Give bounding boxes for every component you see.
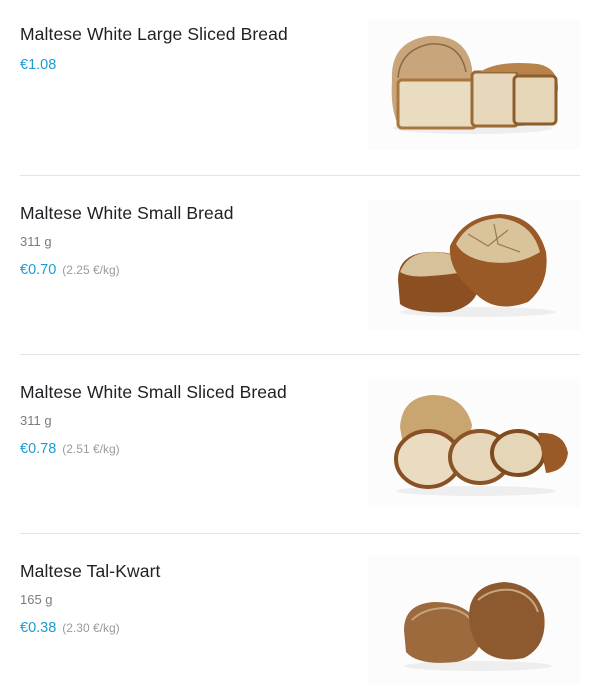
product-card[interactable]: Maltese White Small Sliced Bread 311 g €… bbox=[20, 355, 580, 533]
product-price: €0.78 (2.51 €/kg) bbox=[20, 441, 120, 457]
product-image[interactable] bbox=[368, 556, 580, 684]
unit-price: (2.51 €/kg) bbox=[62, 442, 120, 456]
price-value: €0.70 bbox=[20, 262, 57, 278]
unit-price: (2.25 €/kg) bbox=[62, 263, 120, 277]
product-name[interactable]: Maltese White Small Sliced Bread bbox=[20, 382, 287, 403]
round-rolls-image bbox=[404, 582, 552, 671]
product-price: €0.70 (2.25 €/kg) bbox=[20, 262, 120, 278]
product-weight: 311 g bbox=[20, 413, 52, 428]
small-loaves-image bbox=[398, 214, 556, 317]
small-sliced-loaf-image bbox=[394, 395, 568, 496]
product-price: €0.38 (2.30 €/kg) bbox=[20, 620, 120, 636]
product-card[interactable]: Maltese White Large Sliced Bread €1.08 bbox=[20, 0, 580, 175]
price-value: €0.38 bbox=[20, 620, 57, 636]
unit-price: (2.30 €/kg) bbox=[62, 621, 120, 635]
price-value: €0.78 bbox=[20, 441, 57, 457]
product-card[interactable]: Maltese White Small Bread 311 g €0.70 (2.… bbox=[20, 176, 580, 354]
product-name[interactable]: Maltese Tal-Kwart bbox=[20, 561, 160, 582]
product-weight: 311 g bbox=[20, 234, 52, 249]
product-name[interactable]: Maltese White Small Bread bbox=[20, 203, 234, 224]
product-image[interactable] bbox=[368, 20, 580, 150]
product-image[interactable] bbox=[368, 200, 580, 330]
product-price: €1.08 bbox=[20, 57, 56, 73]
product-image[interactable] bbox=[368, 377, 580, 507]
sliced-loaf-image bbox=[391, 35, 558, 134]
product-weight: 165 g bbox=[20, 592, 53, 607]
product-name[interactable]: Maltese White Large Sliced Bread bbox=[20, 24, 288, 45]
price-value: €1.08 bbox=[20, 57, 57, 73]
product-card[interactable]: Maltese Tal-Kwart 165 g €0.38 (2.30 €/kg) bbox=[20, 534, 580, 686]
